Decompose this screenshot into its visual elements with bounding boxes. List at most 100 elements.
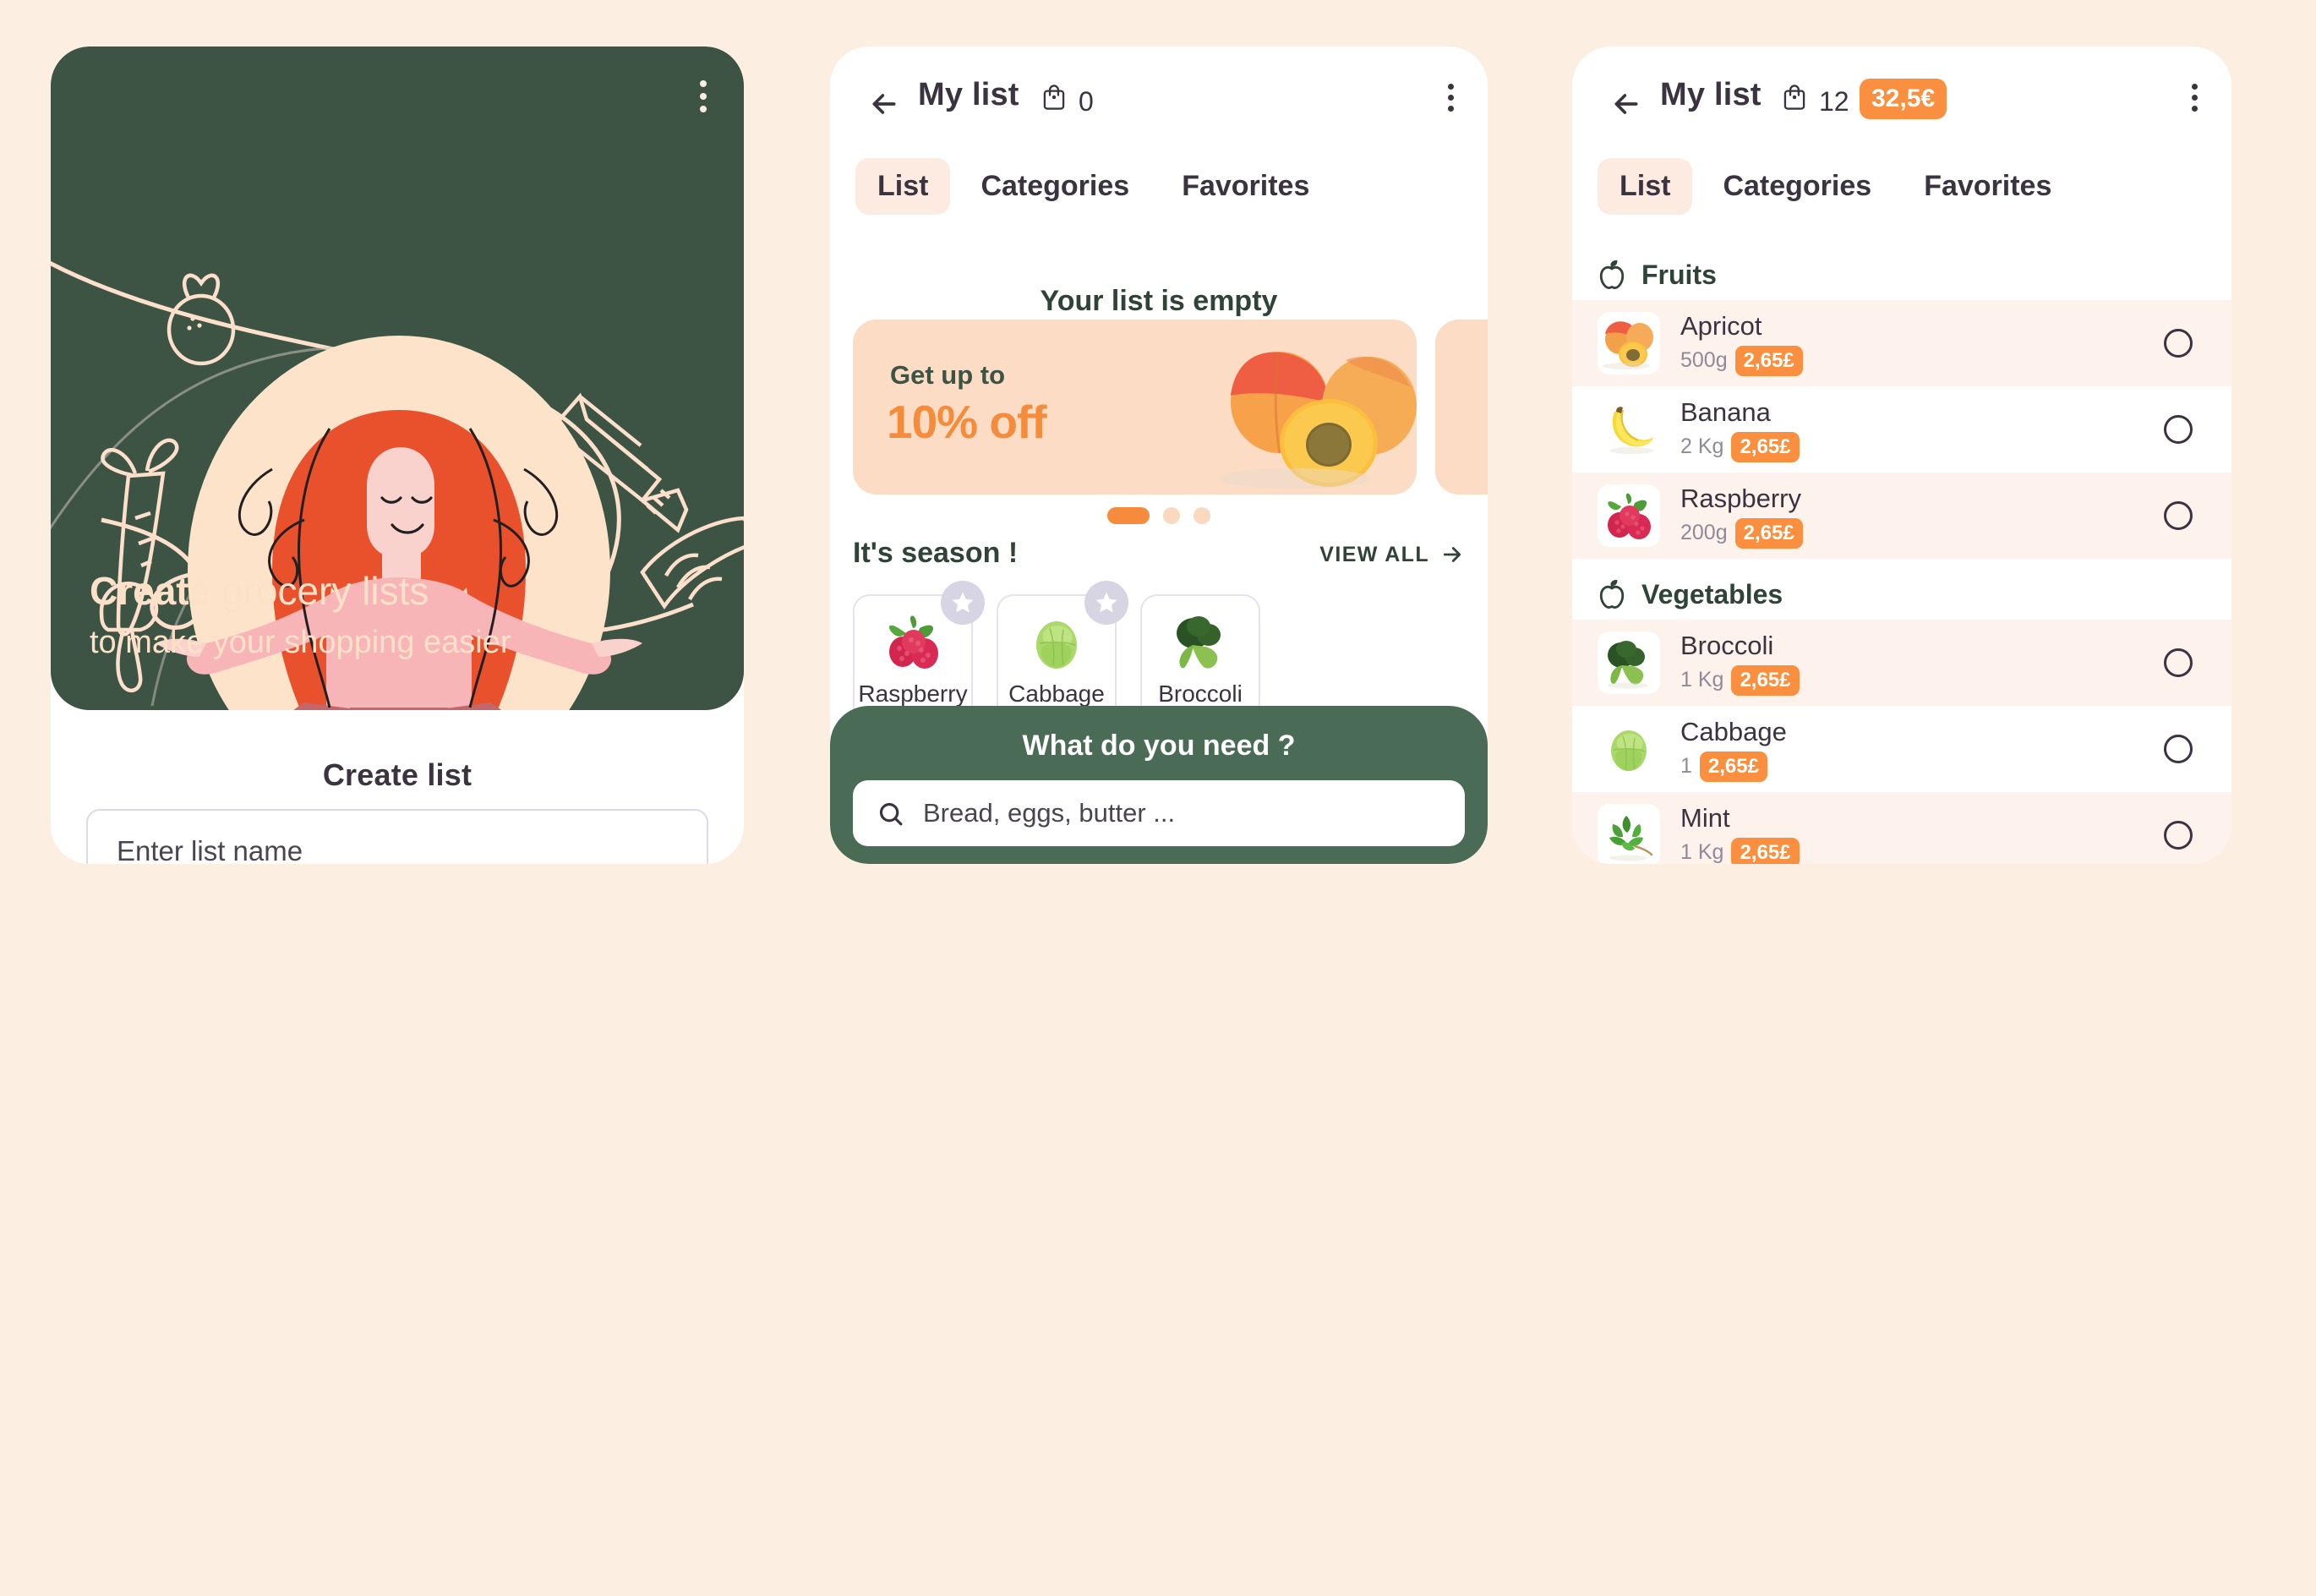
list-item[interactable]: Broccoli 1 Kg 2,65£ bbox=[1572, 620, 2231, 706]
promo-card-next[interactable] bbox=[1435, 320, 1488, 495]
top-bar: My list 0 bbox=[830, 46, 1488, 152]
promo-card[interactable]: Get up to 10% off bbox=[853, 320, 1417, 495]
star-icon[interactable] bbox=[1084, 581, 1128, 625]
item-thumbnail bbox=[1598, 484, 1660, 547]
cabbage-photo bbox=[1611, 730, 1647, 772]
season-header: It's season ! VIEW ALL bbox=[830, 537, 1488, 588]
raspberry-photo bbox=[1608, 493, 1651, 539]
star-icon[interactable] bbox=[941, 581, 985, 625]
item-quantity: 1 Kg bbox=[1680, 840, 1724, 864]
list-item[interactable]: Mint 1 Kg 2,65£ bbox=[1572, 792, 2231, 864]
carousel-dot-1[interactable] bbox=[1107, 507, 1150, 524]
item-quantity: 1 bbox=[1680, 754, 1692, 778]
apricot-photo bbox=[1603, 321, 1653, 369]
back-arrow-icon[interactable] bbox=[867, 87, 901, 121]
item-checkbox[interactable] bbox=[2164, 501, 2193, 530]
item-checkbox[interactable] bbox=[2164, 415, 2193, 444]
item-price: 2,65£ bbox=[1731, 837, 1800, 864]
grocery-list: Fruits Apricot 500g 2,65£ Banana 2 Kg 2,… bbox=[1572, 249, 2231, 864]
create-list-panel: Create list Enter list name bbox=[51, 710, 744, 864]
item-price: 2,65£ bbox=[1731, 664, 1800, 696]
cabbage-photo bbox=[1036, 621, 1077, 669]
carousel-dot-3[interactable] bbox=[1194, 507, 1210, 524]
season-card-label: Broccoli bbox=[1158, 680, 1243, 707]
page-title: My list bbox=[918, 77, 1019, 112]
list-item[interactable]: Cabbage 1 2,65£ bbox=[1572, 706, 2231, 792]
onboarding-headline: Create grocery lists to make your shoppi… bbox=[90, 567, 707, 661]
page-title: My list bbox=[1660, 77, 1762, 112]
item-checkbox[interactable] bbox=[2164, 821, 2193, 850]
shopping-bag-icon bbox=[1783, 85, 1805, 110]
apple-outline-icon bbox=[1599, 579, 1625, 609]
season-title: It's season ! bbox=[853, 537, 1019, 569]
item-price: 2,65£ bbox=[1731, 431, 1800, 462]
carousel-dot-2[interactable] bbox=[1163, 507, 1180, 524]
item-price: 2,65£ bbox=[1734, 345, 1803, 376]
search-question: What do you need ? bbox=[1022, 730, 1296, 762]
list-item[interactable]: Banana 2 Kg 2,65£ bbox=[1572, 386, 2231, 473]
item-quantity: 200g bbox=[1680, 521, 1728, 544]
carousel-dots[interactable] bbox=[830, 507, 1488, 524]
season-card-raspberry[interactable]: Raspberry bbox=[853, 581, 985, 723]
list-item[interactable]: Apricot 500g 2,65£ bbox=[1572, 300, 2231, 386]
category-header-fruits: Fruits bbox=[1572, 249, 2231, 300]
tab-categories[interactable]: Categories bbox=[1701, 158, 1893, 215]
tab-favorites[interactable]: Favorites bbox=[1160, 158, 1331, 215]
banana-photo bbox=[1609, 407, 1653, 454]
promo-carousel[interactable]: Get up to 10% off bbox=[830, 320, 1488, 495]
category-name: Vegetables bbox=[1641, 578, 1783, 609]
category-header-vegetables: Vegetables bbox=[1572, 569, 2231, 620]
shopping-bag-icon bbox=[1043, 85, 1065, 110]
tab-bar: List Categories Favorites bbox=[830, 148, 1488, 224]
item-count: 12 bbox=[1819, 86, 1849, 117]
screen-create-list: Create grocery lists to make your shoppi… bbox=[51, 46, 744, 864]
tab-favorites[interactable]: Favorites bbox=[1902, 158, 2073, 215]
item-quantity: 500g bbox=[1680, 348, 1728, 372]
item-name: Cabbage bbox=[1680, 716, 1787, 746]
item-name: Banana bbox=[1680, 396, 1771, 427]
total-price-badge: 32,5€ bbox=[1860, 79, 1947, 119]
category-name: Fruits bbox=[1641, 259, 1717, 290]
season-card-broccoli[interactable]: Broccoli bbox=[1140, 594, 1260, 723]
tab-list[interactable]: List bbox=[855, 157, 951, 215]
tab-list[interactable]: List bbox=[1598, 157, 1693, 215]
tab-categories[interactable]: Categories bbox=[959, 158, 1151, 215]
item-checkbox[interactable] bbox=[2164, 329, 2193, 358]
item-checkbox[interactable] bbox=[2164, 648, 2193, 677]
onboarding-subheadline: to make your shopping easier bbox=[90, 625, 511, 661]
mint-photo bbox=[1609, 816, 1653, 861]
arrow-right-icon bbox=[1443, 547, 1461, 562]
kebab-menu-icon[interactable] bbox=[1448, 84, 1454, 112]
broccoli-photo bbox=[1177, 616, 1221, 669]
item-price: 2,65£ bbox=[1734, 517, 1803, 549]
season-card-label: Raspberry bbox=[858, 680, 968, 707]
search-input[interactable]: Bread, eggs, butter ... bbox=[853, 780, 1465, 846]
search-panel: What do you need ? Bread, eggs, butter .… bbox=[830, 706, 1488, 864]
list-name-input[interactable]: Enter list name bbox=[86, 809, 708, 864]
season-card-cabbage[interactable]: Cabbage bbox=[997, 581, 1128, 723]
item-name: Apricot bbox=[1680, 310, 1762, 341]
kebab-menu-icon[interactable] bbox=[700, 80, 707, 112]
item-name: Mint bbox=[1680, 802, 1730, 833]
view-all-button[interactable]: VIEW ALL bbox=[1319, 542, 1465, 567]
screens-showcase: Create grocery lists to make your shoppi… bbox=[0, 0, 2316, 1596]
item-count: 0 bbox=[1079, 86, 1094, 117]
item-price: 2,65£ bbox=[1699, 751, 1767, 782]
item-checkbox[interactable] bbox=[2164, 735, 2193, 763]
item-name: Raspberry bbox=[1680, 483, 1801, 513]
item-thumbnail bbox=[1598, 804, 1660, 864]
kebab-menu-icon[interactable] bbox=[2192, 84, 2198, 112]
list-name-placeholder: Enter list name bbox=[117, 835, 303, 864]
onboarding-hero: Create grocery lists to make your shoppi… bbox=[51, 46, 744, 710]
item-thumbnail bbox=[1598, 631, 1660, 694]
tab-bar: List Categories Favorites bbox=[1572, 148, 2231, 224]
headline-rest: grocery lists bbox=[210, 569, 429, 613]
view-all-label: VIEW ALL bbox=[1319, 542, 1429, 566]
promo-big-text: 10% off bbox=[887, 396, 1047, 448]
top-bar: My list 12 32,5€ bbox=[1572, 46, 2231, 152]
item-thumbnail bbox=[1598, 718, 1660, 780]
screen-empty-list: My list 0 List Categories Favorites Your… bbox=[830, 46, 1488, 864]
list-item[interactable]: Raspberry 200g 2,65£ bbox=[1572, 473, 2231, 559]
back-arrow-icon[interactable] bbox=[1609, 87, 1643, 121]
season-card-label: Cabbage bbox=[1008, 680, 1105, 707]
